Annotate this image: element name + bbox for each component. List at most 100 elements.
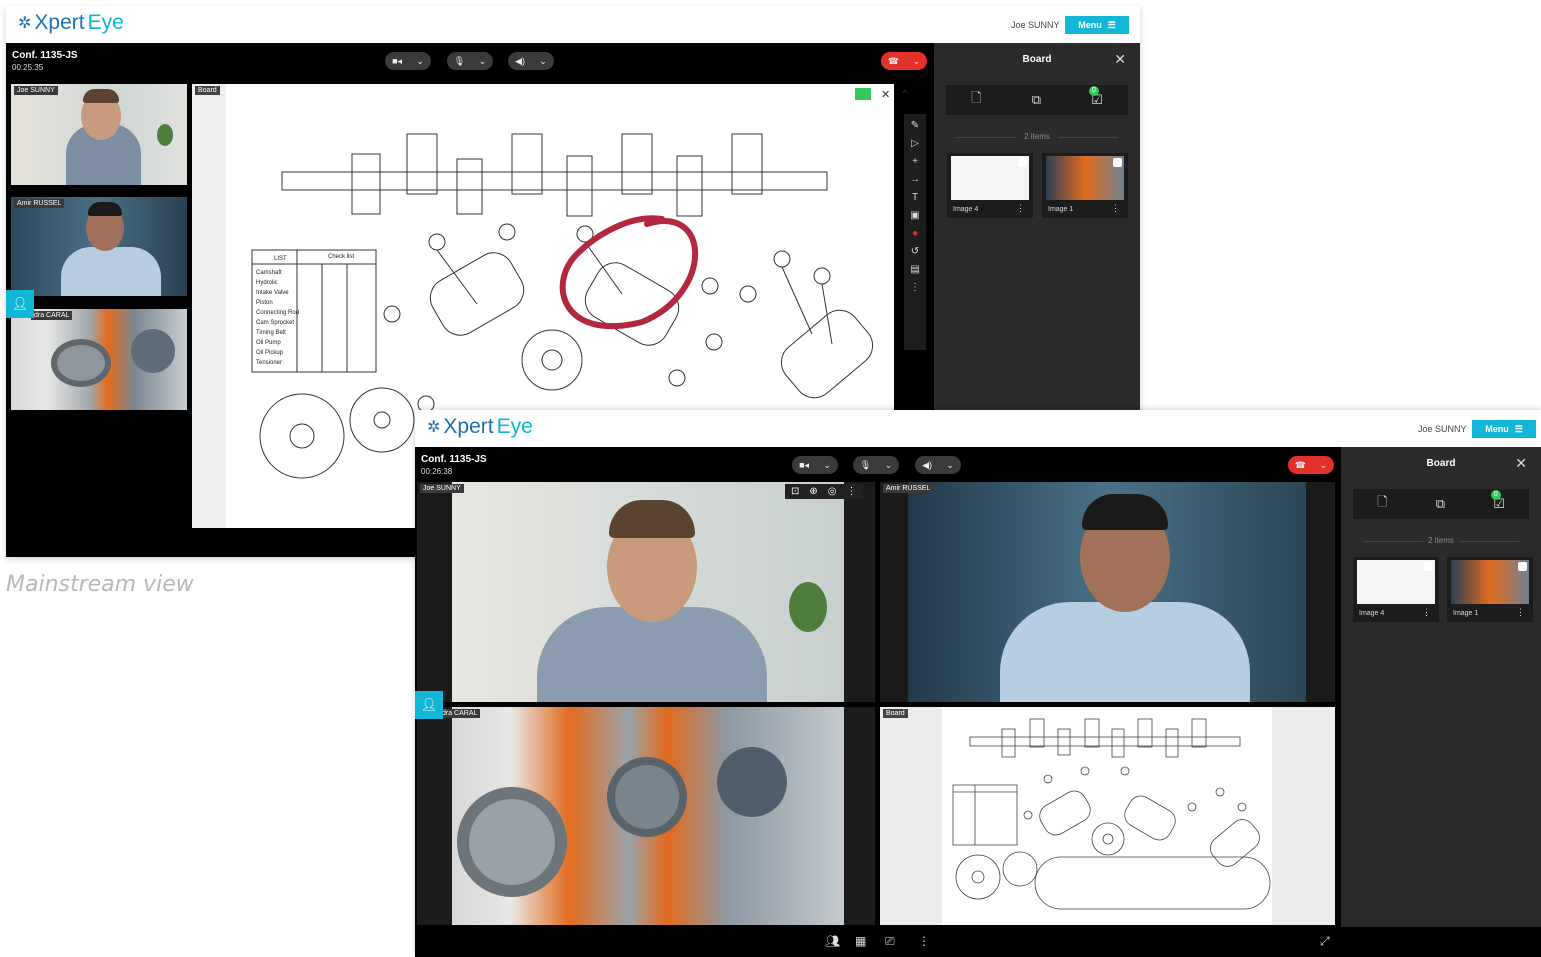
capture-screen-icon[interactable]: ⧉ bbox=[1436, 496, 1445, 512]
svg-text:Oil Pump: Oil Pump bbox=[256, 340, 281, 346]
pin-icon[interactable]: ⊡ bbox=[791, 486, 799, 497]
microphone-icon: 🎙︎ bbox=[453, 55, 466, 66]
notification-badge: 0 bbox=[1088, 86, 1099, 96]
svg-text:Cam Sprocket: Cam Sprocket bbox=[256, 320, 294, 326]
board-item[interactable]: Image 1 ⋮ bbox=[1447, 557, 1533, 622]
panel-title: Board bbox=[1426, 458, 1456, 469]
text-icon[interactable]: T bbox=[912, 192, 918, 203]
item-label: Image 4 bbox=[953, 206, 979, 213]
select-checkbox[interactable] bbox=[1424, 562, 1433, 571]
item-label: Image 1 bbox=[1453, 610, 1479, 617]
speaker-control[interactable]: ◀︎) ⌄ bbox=[915, 456, 961, 474]
board-icon[interactable]: ▦ bbox=[855, 934, 866, 948]
more-vertical-icon[interactable]: ⋮ bbox=[918, 934, 930, 948]
participants-icon[interactable]: 👥︎ bbox=[825, 934, 840, 948]
close-icon[interactable]: ✕ bbox=[1114, 51, 1126, 68]
camera-control[interactable]: ■◂ ⌄ bbox=[792, 456, 838, 474]
record-icon[interactable] bbox=[855, 88, 871, 100]
cast-icon[interactable]: ⎚ bbox=[885, 934, 895, 949]
undo-icon[interactable]: ↺ bbox=[911, 246, 919, 257]
chevron-down-icon[interactable]: ⌄ bbox=[479, 56, 487, 67]
conference-timer: 00:25:35 bbox=[12, 63, 44, 72]
camera-snapshot-icon[interactable]: ◎ bbox=[828, 486, 837, 497]
speaker-control[interactable]: ◀︎) ⌄ bbox=[508, 52, 554, 70]
drawing-toolbar: ✎ ▷ + → T ▣ ● ↺ ▤ ⋮ bbox=[904, 114, 926, 350]
chevron-down-icon[interactable]: ⌄ bbox=[913, 56, 921, 67]
conference-title: Conf. 1135-JS bbox=[421, 454, 487, 465]
camera-icon: ■◂ bbox=[392, 55, 403, 66]
items-count: 2 items bbox=[946, 132, 1128, 141]
participant-tile[interactable]: Amir RUSSEL bbox=[11, 197, 187, 296]
menu-button[interactable]: Menu ☰ bbox=[1472, 420, 1536, 438]
hamburger-icon: ☰ bbox=[1514, 423, 1523, 434]
more-vertical-icon[interactable]: ⋮ bbox=[1516, 607, 1525, 618]
board-side-panel: Board ✕ 🗋︎ ⧉ ☑︎ 0 2 items Image 4 ⋮ Image… bbox=[1341, 447, 1541, 927]
menu-button[interactable]: Menu ☰ bbox=[1065, 16, 1129, 34]
svg-text:Oil Pickup: Oil Pickup bbox=[256, 350, 284, 356]
select-checkbox[interactable] bbox=[1018, 158, 1027, 167]
participant-tile[interactable]: Joe SUNNY bbox=[11, 84, 187, 185]
participant-name: dra CARAL bbox=[31, 311, 73, 320]
arrow-icon[interactable]: → bbox=[910, 174, 920, 185]
hangup-control[interactable]: ☎︎ ⌄ bbox=[1288, 456, 1334, 474]
bottom-toolbar: 👥︎ ▦ ⎚ ⋮ ⤢ bbox=[415, 927, 1541, 957]
chevron-down-icon[interactable]: ⌄ bbox=[416, 56, 424, 67]
participant-name: dra CARAL bbox=[439, 709, 481, 718]
microphone-control[interactable]: 🎙︎ ⌄ bbox=[853, 456, 899, 474]
chevron-down-icon[interactable]: ⌄ bbox=[539, 56, 547, 67]
panel-toolbar: 🗋︎ ⧉ ☑︎ 0 bbox=[946, 85, 1128, 115]
participant-tile[interactable]: Amir RUSSEL bbox=[880, 482, 1335, 702]
board-item[interactable]: Image 1 ⋮ bbox=[1042, 153, 1128, 218]
save-icon[interactable]: ▤ bbox=[910, 264, 919, 275]
speaker-icon: ◀︎) bbox=[922, 459, 933, 470]
chevron-down-icon[interactable]: ⌄ bbox=[823, 460, 831, 471]
more-vertical-icon[interactable]: ⋮ bbox=[910, 282, 920, 293]
participant-tile[interactable]: dra CARAL bbox=[417, 707, 875, 925]
engine-schematic bbox=[952, 718, 1271, 910]
capture-screen-icon[interactable]: ⧉ bbox=[1032, 92, 1041, 108]
more-vertical-icon[interactable]: ⋮ bbox=[1016, 203, 1025, 214]
image-icon[interactable]: ▣ bbox=[910, 210, 919, 221]
checklist-icon[interactable]: ☑︎ 0 bbox=[1088, 86, 1103, 108]
board-item[interactable]: Image 4 ⋮ bbox=[947, 153, 1033, 218]
participants-panel-button[interactable]: 👤︎ bbox=[6, 290, 34, 318]
microphone-control[interactable]: 🎙︎ ⌄ bbox=[447, 52, 493, 70]
zoom-icon[interactable]: ⊕ bbox=[809, 486, 817, 497]
plus-icon[interactable]: + bbox=[912, 156, 918, 167]
chevron-down-icon[interactable]: ⌄ bbox=[1320, 460, 1328, 471]
close-icon[interactable]: ✕ bbox=[881, 88, 890, 101]
more-vertical-icon[interactable]: ⋮ bbox=[847, 486, 857, 497]
logo-star-icon: ✲ bbox=[18, 15, 32, 32]
more-vertical-icon[interactable]: ⋮ bbox=[1111, 203, 1120, 214]
board-tile[interactable]: Board bbox=[880, 707, 1335, 925]
panel-toolbar: 🗋︎ ⧉ ☑︎ 0 bbox=[1353, 489, 1529, 519]
more-vertical-icon[interactable]: ⋮ bbox=[1422, 607, 1431, 618]
select-checkbox[interactable] bbox=[1518, 562, 1527, 571]
participant-tile[interactable]: Joe SUNNY ⊡ ⊕ ◎ ⋮ bbox=[417, 482, 875, 702]
annotation-stroke bbox=[559, 215, 699, 330]
participants-panel-button[interactable]: 👤︎ bbox=[415, 691, 443, 719]
notification-badge: 0 bbox=[1490, 490, 1501, 500]
close-icon[interactable]: ✕ bbox=[1515, 455, 1527, 472]
chevron-down-icon[interactable]: ⌄ bbox=[885, 460, 893, 471]
mosaic-view-screenshot: ✲ Xpert Eye Joe SUNNY Menu ☰ Conf. 1135-JS… bbox=[415, 410, 1541, 957]
board-item[interactable]: Image 4 ⋮ bbox=[1353, 557, 1439, 622]
view-caption: Mainstream view bbox=[6, 572, 194, 597]
select-checkbox[interactable] bbox=[1113, 158, 1122, 167]
hangup-control[interactable]: ☎︎ ⌄ bbox=[881, 52, 927, 70]
checklist-icon[interactable]: ☑︎ 0 bbox=[1490, 490, 1505, 512]
pointer-icon[interactable]: ▷ bbox=[911, 138, 919, 149]
color-dot-icon[interactable]: ● bbox=[912, 228, 918, 239]
camera-control[interactable]: ■◂ ⌄ bbox=[385, 52, 431, 70]
chevron-up-icon[interactable]: ⌃ bbox=[900, 88, 909, 101]
speaker-icon: ◀︎) bbox=[515, 55, 526, 66]
fullscreen-icon[interactable]: ⤢ bbox=[1320, 934, 1330, 949]
add-document-icon[interactable]: 🗋︎ bbox=[1377, 493, 1387, 515]
add-document-icon[interactable]: 🗋︎ bbox=[971, 89, 981, 111]
participant-tile[interactable]: dra CARAL bbox=[11, 309, 187, 410]
svg-text:Connecting Rod: Connecting Rod bbox=[256, 310, 299, 316]
xperteye-logo: ✲ Xpert Eye bbox=[18, 11, 124, 35]
phone-hangup-icon: ☎︎ bbox=[887, 55, 900, 66]
chevron-down-icon[interactable]: ⌄ bbox=[946, 460, 954, 471]
pencil-icon[interactable]: ✎ bbox=[911, 120, 919, 131]
